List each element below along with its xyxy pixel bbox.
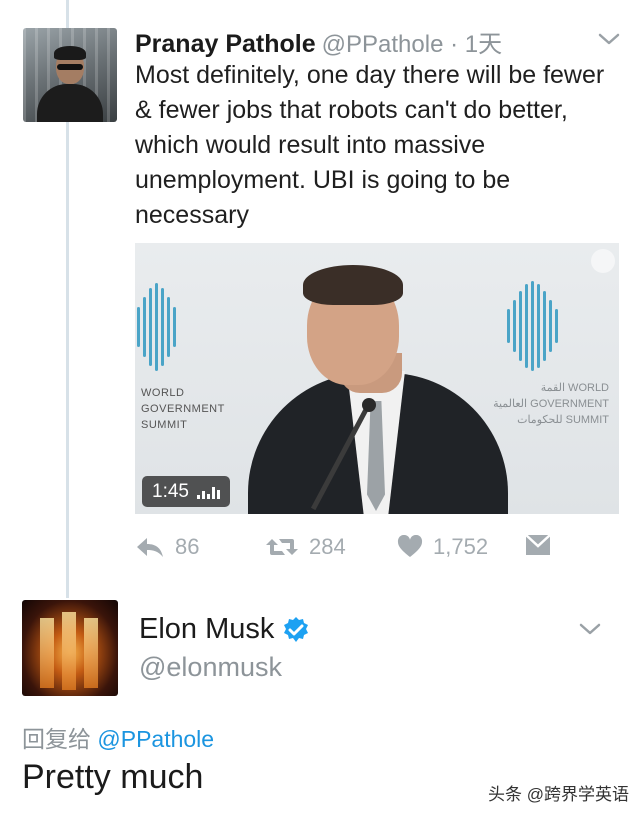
reply-count: 86 <box>175 534 200 559</box>
video-watermark-icon <box>591 249 615 273</box>
tweet1-header: Pranay Pathole @PPathole · 1天 <box>135 24 502 59</box>
retweet-button[interactable]: 284 <box>265 534 346 560</box>
like-count: 1,752 <box>433 534 489 559</box>
tweet1-display-name[interactable]: Pranay Pathole <box>135 30 316 58</box>
direct-message-icon <box>525 534 551 555</box>
tweet2-handle[interactable]: @elonmusk <box>139 652 282 683</box>
tweet1-action-bar: 86 284 1,752 <box>135 534 615 562</box>
heart-icon <box>397 535 423 557</box>
chevron-down-icon[interactable] <box>577 620 603 638</box>
retweet-count: 284 <box>309 534 346 559</box>
tweet1-text: Most definitely, one day there will be f… <box>135 61 605 229</box>
chevron-down-icon[interactable] <box>596 30 622 48</box>
like-button[interactable]: 1,752 <box>397 534 488 560</box>
tweet1-time[interactable]: 1天 <box>465 31 502 58</box>
reply-prefix: 回复给 <box>22 726 91 752</box>
summit-logo-right <box>507 281 558 371</box>
source-watermark: 头条 @跨界学英语 <box>488 785 629 804</box>
reply-mention-link[interactable]: @PPathole <box>97 726 214 752</box>
summit-logo-left <box>137 283 176 371</box>
video-player[interactable]: WORLD GOVERNMENT SUMMIT القمة WORLD العا… <box>135 243 619 514</box>
reply-icon <box>137 538 163 557</box>
audio-bars-icon <box>196 485 220 499</box>
tweet2-text: Pretty much <box>22 758 204 796</box>
verified-badge-icon <box>284 616 309 642</box>
direct-message-button[interactable] <box>525 534 551 556</box>
avatar-elon-musk[interactable] <box>22 600 118 696</box>
reply-button[interactable]: 86 <box>135 534 199 560</box>
video-duration: 1:45 <box>152 481 189 502</box>
tweet2-name-row: Elon Musk <box>139 613 310 646</box>
summit-logo-text-left: WORLD GOVERNMENT SUMMIT <box>141 387 225 431</box>
reply-context: 回复给 @PPathole <box>22 720 214 754</box>
tweet2-display-name[interactable]: Elon Musk <box>139 613 274 646</box>
retweet-icon <box>266 539 298 555</box>
video-duration-badge: 1:45 <box>142 476 230 507</box>
tweet1-handle[interactable]: @PPathole <box>322 31 444 58</box>
summit-logo-text-right: القمة WORLD العالمية GOVERNMENT للحكومات… <box>493 382 609 426</box>
avatar-pranay-pathole[interactable] <box>23 28 117 122</box>
tweet1-separator: · <box>450 31 459 58</box>
